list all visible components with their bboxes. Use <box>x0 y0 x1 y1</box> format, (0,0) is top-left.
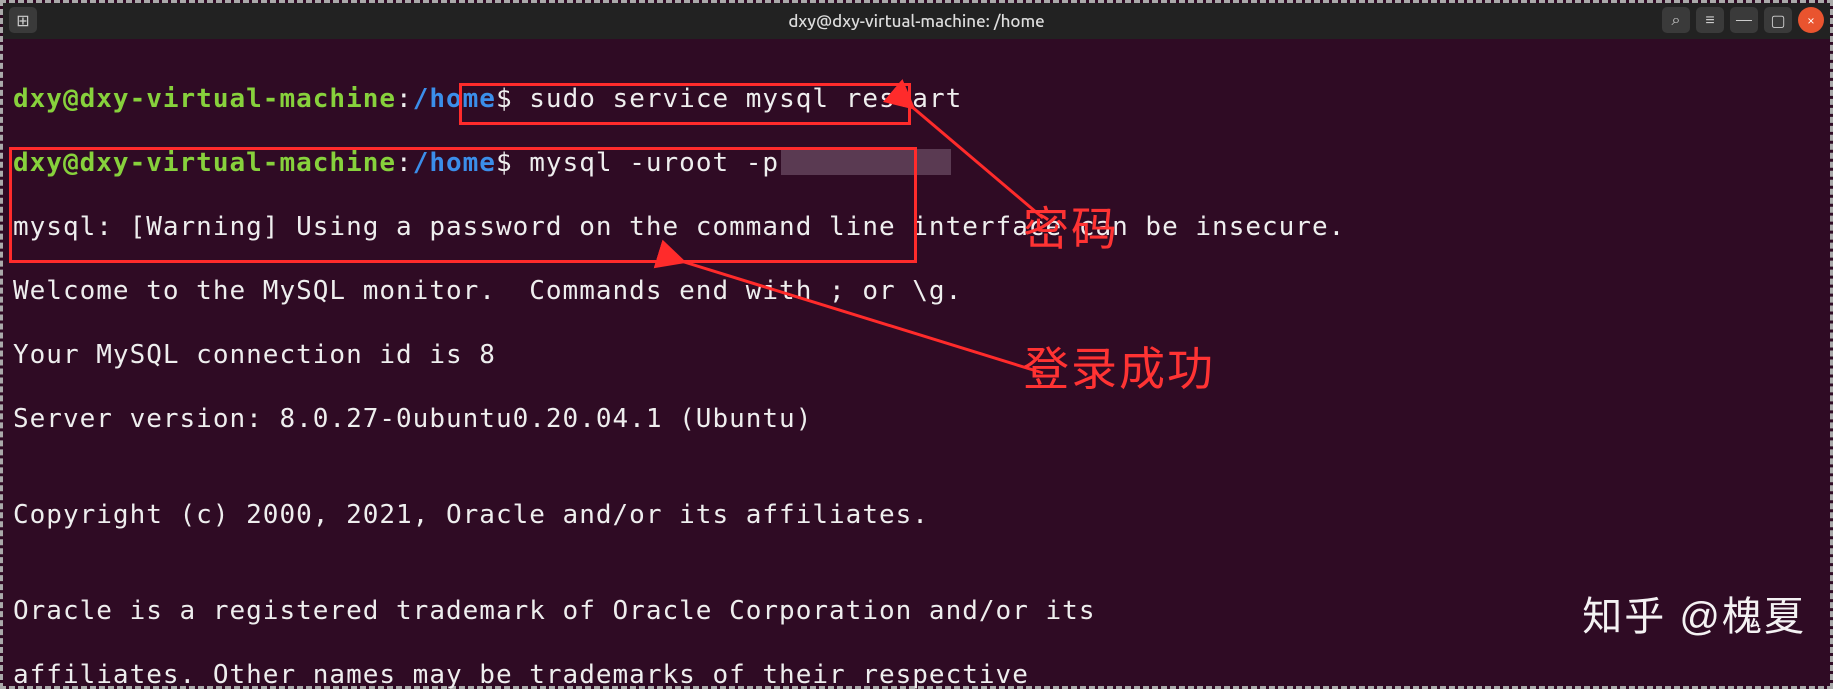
maximize-button[interactable]: ▢ <box>1764 7 1792 33</box>
output-line: Your MySQL connection id is 8 <box>13 339 1820 371</box>
prompt-line-1: dxy@dxy-virtual-machine:/home$ sudo serv… <box>13 83 1820 115</box>
menu-button[interactable]: ≡ <box>1696 7 1724 33</box>
hamburger-icon: ≡ <box>1705 11 1714 30</box>
output-line: Welcome to the MySQL monitor. Commands e… <box>13 275 1820 307</box>
terminal-window: ⊞ dxy@dxy-virtual-machine: /home ⌕ ≡ — ▢… <box>0 0 1833 689</box>
output-line: Oracle is a registered trademark of Orac… <box>13 595 1820 627</box>
window-title: dxy@dxy-virtual-machine: /home <box>3 12 1830 31</box>
user-host: dxy@dxy-virtual-machine <box>13 84 396 114</box>
annotation-label-login: 登录成功 <box>1023 333 1215 399</box>
output-line: affiliates. Other names may be trademark… <box>13 659 1820 689</box>
annotation-label-password: 密码 <box>1023 193 1119 259</box>
output-line: mysql: [Warning] Using a password on the… <box>13 211 1820 243</box>
output-line: Server version: 8.0.27-0ubuntu0.20.04.1 … <box>13 403 1820 435</box>
titlebar: ⊞ dxy@dxy-virtual-machine: /home ⌕ ≡ — ▢… <box>3 3 1830 39</box>
minimize-icon: — <box>1736 11 1752 29</box>
prompt-line-2: dxy@dxy-virtual-machine:/home$ mysql -ur… <box>13 147 1820 179</box>
close-icon: × <box>1807 12 1815 28</box>
output-line: Copyright (c) 2000, 2021, Oracle and/or … <box>13 499 1820 531</box>
close-button[interactable]: × <box>1798 7 1824 33</box>
password-redacted <box>781 149 951 175</box>
search-icon: ⌕ <box>1672 11 1681 30</box>
cwd-path: /home <box>413 84 496 114</box>
watermark: 知乎 @槐夏 <box>1582 584 1806 642</box>
cwd-path: /home <box>413 148 496 178</box>
terminal-body[interactable]: dxy@dxy-virtual-machine:/home$ sudo serv… <box>7 39 1826 682</box>
search-button[interactable]: ⌕ <box>1662 7 1690 33</box>
command-1: sudo service mysql restart <box>529 84 962 114</box>
maximize-icon: ▢ <box>1770 11 1785 30</box>
newtab-button[interactable]: ⊞ <box>9 7 37 33</box>
minimize-button[interactable]: — <box>1730 7 1758 33</box>
user-host: dxy@dxy-virtual-machine <box>13 148 396 178</box>
command-2: mysql -uroot -p <box>529 148 779 178</box>
plus-icon: ⊞ <box>16 11 29 30</box>
